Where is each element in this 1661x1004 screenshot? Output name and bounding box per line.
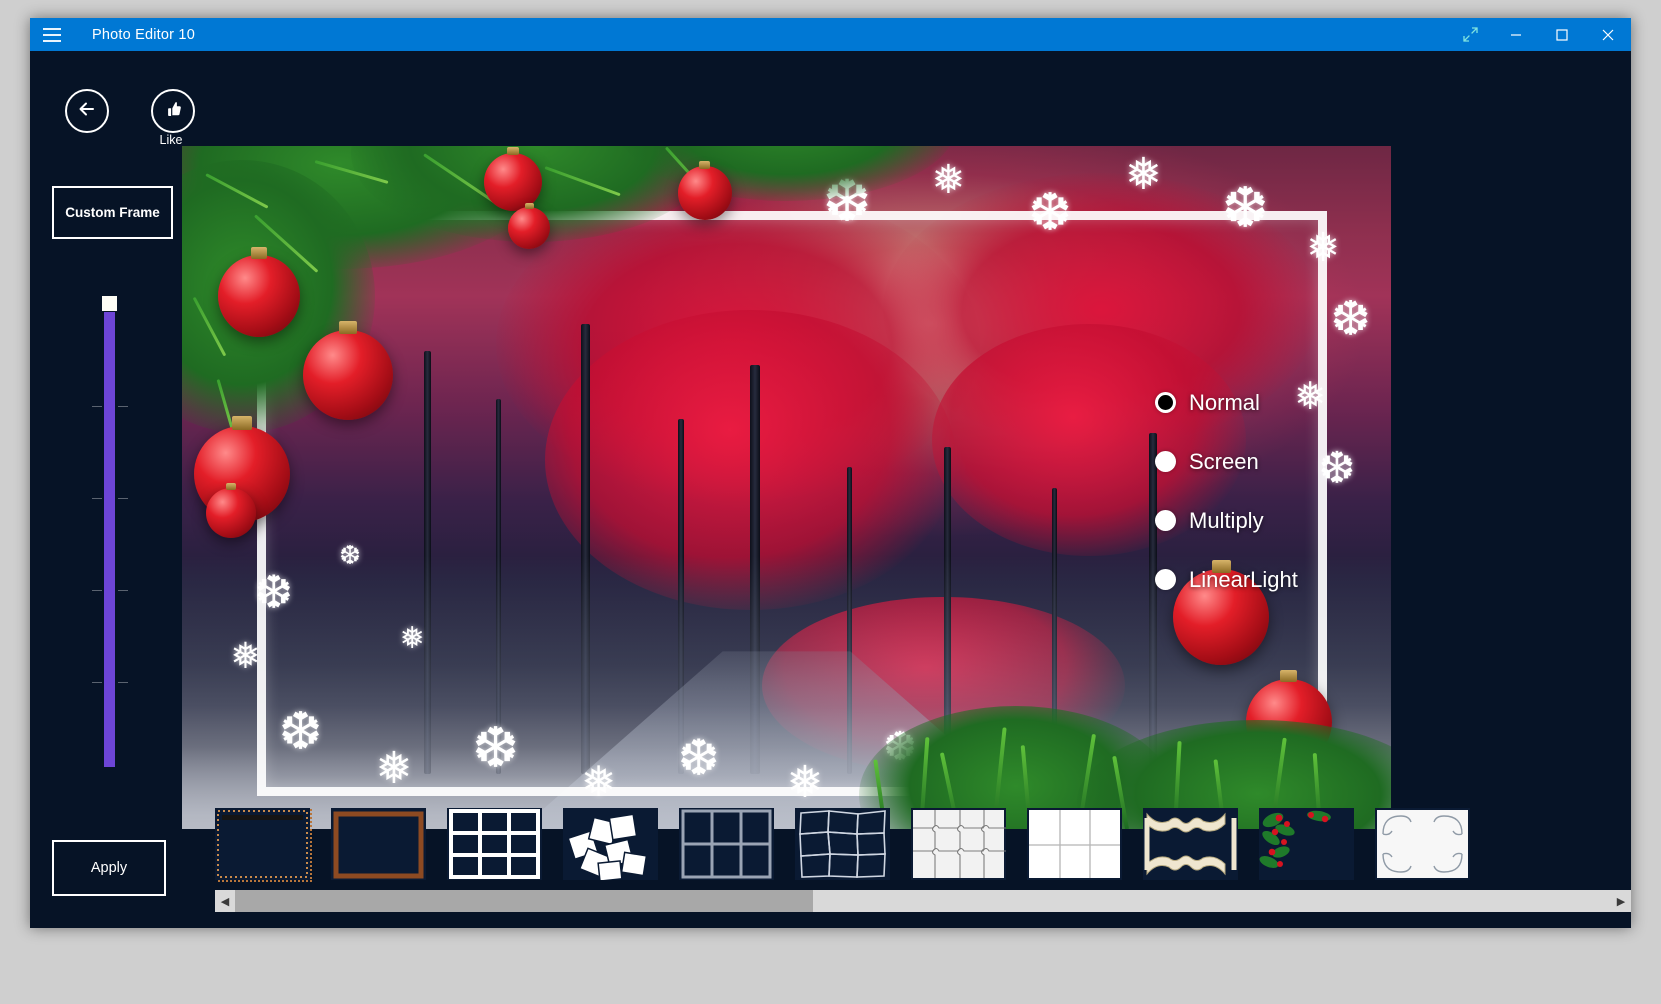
blend-mode-option-multiply[interactable]: Multiply [1155,491,1455,550]
slider-tick [92,590,128,591]
desktop-background: Photo Editor 10 Like Custom Frame Apply … [0,0,1661,1004]
minimize-icon[interactable] [1493,18,1539,51]
slider-tick [92,406,128,407]
christmas-bauble [218,247,301,338]
opacity-slider[interactable] [92,296,128,771]
blend-mode-label: LinearLight [1189,566,1298,592]
snowflake-icon: ❅ [580,757,617,805]
custom-frame-button[interactable]: Custom Frame [52,186,173,239]
scrollbar-track[interactable] [235,890,1611,912]
frame-thumb-dotted[interactable] [215,808,312,882]
snowflake-icon: ❆ [677,730,720,787]
christmas-bauble [302,321,393,421]
radio-linearlight[interactable] [1155,569,1176,590]
snowflake-icon: ❅ [375,744,413,794]
blend-mode-option-screen[interactable]: Screen [1155,432,1455,491]
maximize-icon[interactable] [1539,18,1585,51]
frame-thumb-ornate[interactable] [1143,808,1238,880]
slider-tick [92,498,128,499]
blend-mode-label: Normal [1189,389,1260,415]
snowflake-icon: ❅ [931,157,966,202]
slider-tick [92,682,128,683]
title-bar: Photo Editor 10 [30,18,1631,51]
thumbnail-scrollbar[interactable]: ◀ ▶ [215,890,1631,912]
snowflake-icon: ❅ [786,757,824,807]
frame-thumb-floral[interactable] [1375,808,1470,880]
blend-mode-option-linearlight[interactable]: LinearLight [1155,550,1455,609]
snowflake-icon: ❆ [1330,293,1371,347]
app-window: Photo Editor 10 Like Custom Frame Apply … [30,18,1631,928]
blend-mode-label: Screen [1189,448,1259,474]
frame-thumb-holly[interactable] [1259,808,1354,880]
frame-thumb-mosaic[interactable] [795,808,890,880]
christmas-bauble [677,161,732,221]
frame-thumb-gridwhite[interactable] [1027,808,1122,880]
scroll-left-arrow-icon[interactable]: ◀ [215,890,235,912]
snowflake-icon: ❆ [472,715,520,779]
radio-screen[interactable] [1155,451,1176,472]
radio-multiply[interactable] [1155,510,1176,531]
expand-arrows-icon[interactable] [1447,18,1493,51]
scrollbar-thumb[interactable] [235,890,813,912]
frame-thumb-softgrid[interactable] [679,808,774,880]
app-title: Photo Editor 10 [92,26,195,43]
radio-normal[interactable] [1155,392,1176,413]
slider-thumb[interactable] [102,296,117,311]
hamburger-icon[interactable] [30,18,74,51]
snowflake-icon: ❆ [1028,183,1072,242]
top-toolbar: Like [30,51,1631,147]
slider-track[interactable] [104,312,115,767]
christmas-bauble [484,147,543,211]
frame-thumb-grid6[interactable] [447,808,542,880]
frame-thumbnail-strip[interactable] [215,808,1631,888]
thumbs-up-icon [163,99,183,124]
like-button[interactable] [151,89,195,133]
back-button[interactable] [65,89,109,133]
blend-mode-label: Multiply [1189,507,1264,533]
blend-mode-group: Normal Screen Multiply LinearLight [1155,373,1455,609]
scroll-right-arrow-icon[interactable]: ▶ [1611,890,1631,912]
frame-thumb-scatter[interactable] [563,808,658,882]
frame-thumb-wood[interactable] [331,808,426,880]
window-controls [1447,18,1631,51]
snowflake-icon: ❅ [1306,225,1340,270]
snowflake-icon: ❅ [399,622,425,656]
snowflake-icon: ❆ [1221,176,1269,240]
snowflake-icon: ❆ [278,703,323,762]
snowflake-icon: ❅ [230,634,261,676]
snowflake-icon: ❆ [339,540,361,571]
apply-button[interactable]: Apply [52,840,166,896]
close-icon[interactable] [1585,18,1631,51]
blend-mode-option-normal[interactable]: Normal [1155,373,1455,432]
snowflake-icon: ❆ [254,566,294,619]
snowflake-icon: ❅ [1125,149,1162,199]
like-label: Like [159,133,183,147]
back-arrow-icon [76,98,98,125]
christmas-bauble [206,482,257,538]
frame-thumb-puzzle[interactable] [911,808,1006,880]
